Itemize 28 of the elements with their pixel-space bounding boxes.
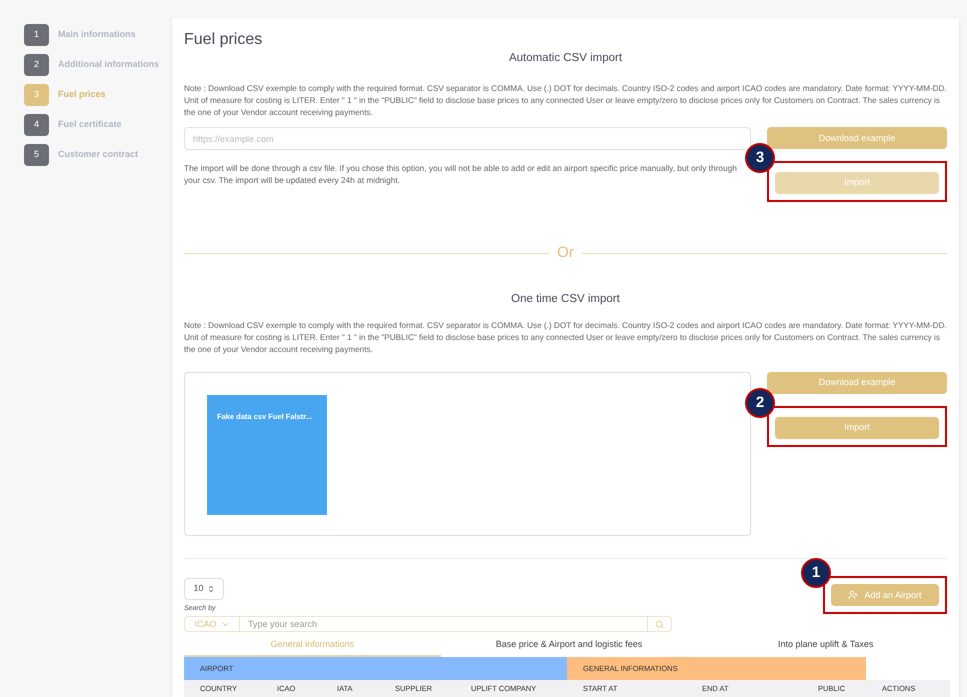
step-item[interactable]: 2 Additional informations (24, 54, 172, 76)
note-text: Note : Download CSV exemple to comply with the required format. CSV separator is COMMA. Use (.) DOT for decimals. Country ISO-2 codes and airport ICAO codes are mandatory. Date format: YYYY-MM-DD. Unit of measure for costing is LITER. Enter " 1 " in the "PUBLIC" field to disclose base prices to any connected User or leave empty/zero to disclose prices only for Customers on Contract. The sales currency is the one of your Vendor account receiving payments. (184, 83, 947, 120)
note-text: Note : Download CSV exemple to comply with the required format. CSV separator is COMMA. Use (.) DOT for decimals. Country ISO-2 codes and airport ICAO codes are mandatory. Date format: YYYY-MM-DD. Unit of measure for costing is LITER. Enter " 1 " in the "PUBLIC" field to disclose base prices to any connected User or leave empty/zero to disclose prices only for Customers on Contract. The sales currency is the one of your Vendor account receiving payments. (184, 320, 947, 356)
search-field[interactable]: ICAO Type your search (184, 616, 672, 632)
or-separator: Or (557, 243, 574, 263)
step-item[interactable]: 5 Customer contract (24, 144, 172, 166)
callout-badge: 2 (745, 388, 775, 418)
callout-badge: 1 (801, 558, 831, 588)
download-example-button[interactable]: Download example (767, 127, 947, 150)
user-plus-icon (848, 590, 858, 600)
import-button[interactable]: Import (775, 416, 939, 438)
step-item[interactable]: 4 Fuel certificate (24, 114, 172, 136)
download-example-button[interactable]: Download example (767, 372, 947, 394)
search-type-select[interactable]: ICAO (185, 617, 240, 632)
section-title: One time CSV import (510, 292, 621, 306)
spinner-icon (206, 584, 214, 593)
info-text: The import will be done through a csv file. If you chose this option, you will not be able to add or edit an airport specific price manually, but only through your csv. The import will be updated every 24h at midnight. (184, 162, 738, 186)
step-item[interactable]: 3 Fuel prices (24, 84, 172, 106)
add-airport-button[interactable]: Add an Airport (831, 584, 939, 606)
url-field[interactable]: https://example.com (184, 127, 751, 150)
search-icon (655, 620, 664, 629)
tab[interactable]: Into plane uplift & Taxes (697, 638, 954, 657)
tab[interactable]: Base price & Airport and logistic fees (440, 638, 698, 657)
step-item[interactable]: 1 Main informations (24, 24, 172, 46)
section-title: Automatic CSV import (508, 51, 624, 66)
callout-badge: 3 (745, 143, 775, 174)
page-title: Fuel prices (184, 30, 264, 50)
page-size-select[interactable]: 10 (184, 578, 224, 600)
